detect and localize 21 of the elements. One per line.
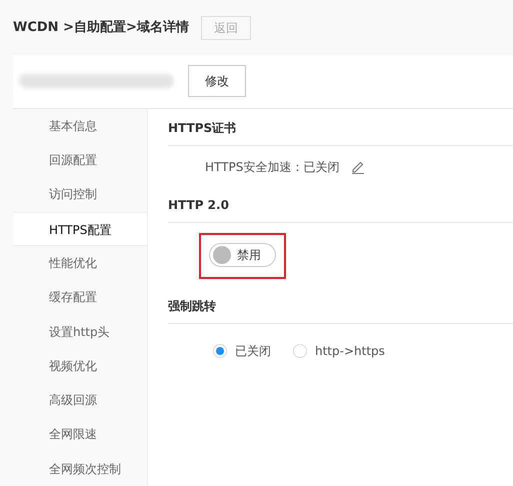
breadcrumb-title: WCDN >自助配置>域名详情 bbox=[13, 18, 189, 37]
status-text: HTTPS安全加速：已关闭 bbox=[205, 158, 340, 176]
sidebar-item[interactable]: 缓存配置 bbox=[13, 280, 147, 315]
sidebar-item[interactable]: HTTPS配置 bbox=[13, 212, 147, 246]
section-title: 强制跳转 bbox=[168, 286, 513, 324]
sidebar-item[interactable]: 回源配置 bbox=[13, 143, 147, 178]
sidebar-item[interactable]: 视频优化 bbox=[13, 348, 147, 384]
toggle-switch[interactable]: 禁用 bbox=[209, 242, 276, 267]
sidebar-item[interactable]: 全网频次控制 bbox=[13, 452, 147, 486]
sidebar-item[interactable]: 高级回源 bbox=[13, 383, 147, 418]
sidebar-item[interactable]: 设置http头 bbox=[13, 314, 147, 349]
section-title: HTTPS证书 bbox=[168, 108, 513, 146]
edit-icon[interactable] bbox=[351, 160, 366, 174]
radio-option[interactable]: 已关闭 bbox=[213, 342, 271, 360]
sidebar-item[interactable]: 访问控制 bbox=[13, 177, 147, 212]
edit-button[interactable]: 修改 bbox=[188, 65, 246, 98]
section-title: HTTP 2.0 bbox=[168, 186, 513, 223]
sidebar-item[interactable]: 基本信息 bbox=[13, 108, 147, 144]
sidebar-item[interactable]: 全网限速 bbox=[13, 417, 147, 452]
sidebar-item[interactable]: 性能优化 bbox=[13, 246, 147, 280]
radio-option[interactable]: http->https bbox=[293, 342, 385, 360]
